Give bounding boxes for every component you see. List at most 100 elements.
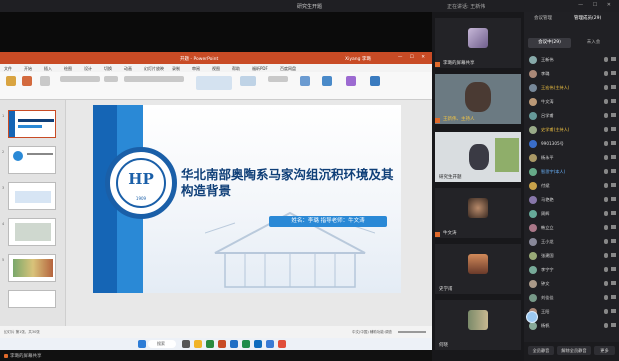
explorer-icon[interactable] bbox=[194, 340, 202, 348]
video-tile[interactable]: 研究生开题 bbox=[435, 132, 521, 182]
taskbar-search[interactable]: 搜索 bbox=[148, 340, 176, 348]
start-icon[interactable] bbox=[138, 340, 146, 348]
logo-monogram: HP bbox=[128, 170, 154, 188]
list-item[interactable]: 9901305号 bbox=[524, 138, 619, 150]
share-pdf-icon[interactable] bbox=[370, 76, 380, 86]
list-item[interactable]: 周辉 bbox=[524, 208, 619, 220]
shapes-gallery[interactable] bbox=[196, 76, 232, 90]
mute-all-button[interactable]: 全员静音 bbox=[528, 346, 554, 355]
avatar bbox=[529, 140, 537, 148]
participants-panel: 会议管理 管理成员(29) 会议中(29) 未入会 王新伟 李璐 王宏伟(主持人… bbox=[524, 12, 619, 361]
list-item[interactable]: 杨帆 bbox=[524, 320, 619, 332]
unmute-all-button[interactable]: 解除全员静音 bbox=[557, 346, 591, 355]
font-size-dropdown[interactable] bbox=[104, 76, 118, 82]
thumb-slide-6[interactable] bbox=[8, 290, 56, 308]
taskview-icon[interactable] bbox=[182, 340, 190, 348]
list-item[interactable]: 智思宇(本人) bbox=[524, 166, 619, 178]
list-item[interactable]: 王新伟 bbox=[524, 54, 619, 66]
video-tile[interactable]: 史学甫 bbox=[435, 244, 521, 294]
mic-icon bbox=[604, 99, 608, 104]
mic-icon bbox=[604, 281, 608, 286]
video-tile[interactable]: 王新伟、主持人 bbox=[435, 74, 521, 124]
camera-icon bbox=[611, 309, 616, 313]
video-tile[interactable]: 何晓 bbox=[435, 300, 521, 350]
avatar bbox=[468, 198, 488, 218]
member-name: 付斌 bbox=[541, 183, 550, 188]
window-controls[interactable]: — ☐ ✕ bbox=[578, 2, 615, 8]
list-item[interactable]: 韩立立 bbox=[524, 222, 619, 234]
member-name: 王新伟 bbox=[541, 57, 554, 62]
list-item[interactable]: 王阳 bbox=[524, 306, 619, 318]
list-item[interactable]: 刘佳佳 bbox=[524, 292, 619, 304]
author-line[interactable]: 姓名：李璐 指导老师：牛文涛 bbox=[269, 216, 387, 227]
find-replace[interactable] bbox=[268, 76, 288, 82]
tab-in-meeting[interactable]: 会议中(29) bbox=[528, 38, 571, 48]
layout-icon[interactable] bbox=[40, 76, 50, 86]
list-item[interactable]: 李宁宁 bbox=[524, 264, 619, 276]
avatar bbox=[529, 182, 537, 190]
list-item[interactable]: 马艳艳 bbox=[524, 194, 619, 206]
list-item[interactable]: 吕学甫 bbox=[524, 110, 619, 122]
paragraph-tools[interactable] bbox=[124, 76, 184, 82]
arrange-icon[interactable] bbox=[240, 76, 256, 86]
floating-chat-icon[interactable] bbox=[526, 311, 538, 323]
list-item[interactable]: 史学甫(主持人) bbox=[524, 124, 619, 136]
powerpoint-window: 开题 - PowerPoint Xiyang 李璐 — ☐ ✕ 文件 开始 插入… bbox=[0, 52, 432, 338]
mic-icon bbox=[604, 57, 608, 62]
list-item[interactable]: 李璐 bbox=[524, 68, 619, 80]
camera-icon bbox=[611, 211, 616, 215]
dictate-icon[interactable] bbox=[322, 76, 332, 86]
list-item[interactable]: 付斌 bbox=[524, 180, 619, 192]
ppt-user[interactable]: Xiyang 李璐 bbox=[345, 56, 371, 62]
app-icon[interactable] bbox=[206, 340, 214, 348]
video-tile[interactable]: 李璐的屏幕共享 bbox=[435, 18, 521, 68]
designer-icon[interactable] bbox=[300, 76, 310, 86]
panel-footer: 全员静音 解除全员静音 更多 bbox=[524, 342, 619, 361]
slide-title[interactable]: 华北南部奥陶系马家沟组沉积环境及其构造背景 bbox=[181, 167, 401, 199]
tab-not-joined[interactable]: 未入会 bbox=[572, 38, 615, 48]
word-icon[interactable] bbox=[230, 340, 238, 348]
thumb-slide-5[interactable] bbox=[8, 254, 56, 282]
excel-icon[interactable] bbox=[242, 340, 250, 348]
current-slide[interactable]: HP 1909 华北南部奥陶系马家沟组沉积环境及其构造背景 姓名：李璐 指导老师… bbox=[93, 105, 401, 293]
camera-icon bbox=[611, 71, 616, 75]
more-button[interactable]: 更多 bbox=[594, 346, 615, 355]
thumb-slide-3[interactable] bbox=[8, 182, 56, 210]
ppt-window-controls[interactable]: — ☐ ✕ bbox=[398, 55, 428, 60]
avatar bbox=[529, 70, 537, 78]
avatar bbox=[529, 126, 537, 134]
avatar bbox=[529, 280, 537, 288]
list-item[interactable]: 王小龙 bbox=[524, 236, 619, 248]
thumb-slide-2[interactable] bbox=[8, 146, 56, 174]
slide-counter: 幻灯片 第1张，共30张 bbox=[4, 330, 40, 334]
building-illustration bbox=[205, 211, 375, 288]
thumb-slide-1[interactable] bbox=[8, 110, 56, 138]
zoom-slider[interactable] bbox=[398, 331, 426, 333]
slide-thumbnails[interactable]: 1 2 3 4 5 bbox=[0, 100, 66, 326]
camera-icon bbox=[611, 323, 616, 327]
paste-icon[interactable] bbox=[6, 76, 16, 86]
app-icon-2[interactable] bbox=[278, 340, 286, 348]
share-label: 李璐的屏幕共享 bbox=[10, 354, 42, 359]
addins-icon[interactable] bbox=[346, 76, 356, 86]
list-item[interactable]: 王宏伟(主持人) bbox=[524, 82, 619, 94]
list-item[interactable]: 牛文涛 bbox=[524, 96, 619, 108]
panel-title[interactable]: 管理成员(29) bbox=[574, 15, 601, 21]
member-name: 杨永平 bbox=[541, 155, 554, 160]
window-titlebar: 研究生开题 正在讲话: 王新伟 — ☐ ✕ bbox=[0, 0, 619, 12]
mic-icon bbox=[435, 118, 440, 123]
list-item[interactable]: 张建国 bbox=[524, 250, 619, 262]
edge-icon[interactable] bbox=[254, 340, 262, 348]
thumb-slide-4[interactable] bbox=[8, 218, 56, 246]
panel-manage[interactable]: 会议管理 bbox=[534, 15, 552, 21]
list-item[interactable]: 钟文 bbox=[524, 278, 619, 290]
status-right[interactable]: 中文(中国) 辅助功能:调查 bbox=[352, 330, 392, 335]
member-name: 钟文 bbox=[541, 281, 550, 286]
camera-icon bbox=[611, 225, 616, 229]
font-dropdown[interactable] bbox=[60, 76, 100, 82]
list-item[interactable]: 杨永平 bbox=[524, 152, 619, 164]
video-tile[interactable]: 牛文涛 bbox=[435, 188, 521, 238]
meeting-icon[interactable] bbox=[266, 340, 274, 348]
powerpoint-icon[interactable] bbox=[218, 340, 226, 348]
new-slide-icon[interactable] bbox=[22, 76, 32, 86]
